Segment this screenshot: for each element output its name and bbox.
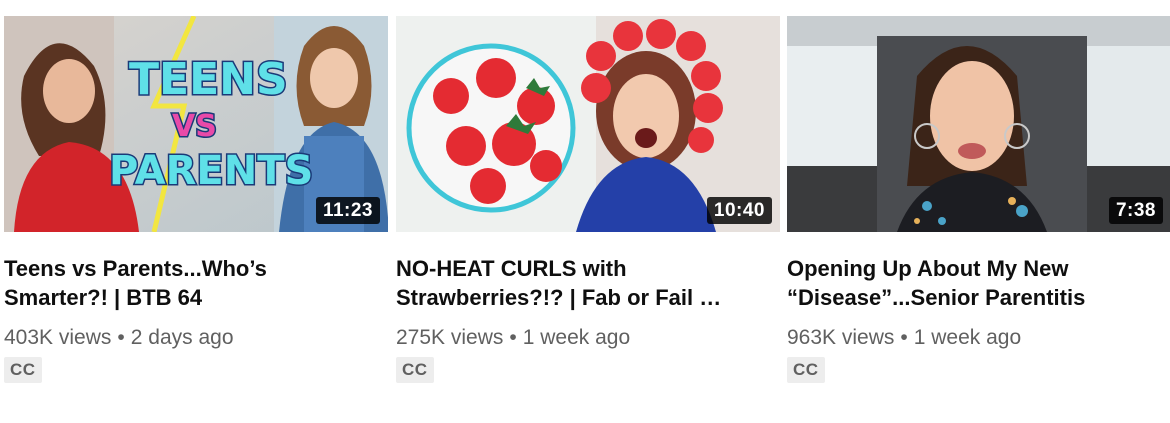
video-card-1[interactable]: TEENS VS PARENTS 11:23 Teens vs Parents.… <box>4 16 388 383</box>
duration-badge: 10:40 <box>706 197 772 224</box>
upload-age: 1 week ago <box>522 326 631 349</box>
view-count: 403K views <box>4 326 112 349</box>
duration-badge: 11:23 <box>315 197 380 224</box>
meta-separator: • <box>117 326 125 349</box>
video-metadata: 403K views • 2 days ago <box>4 325 388 351</box>
video-card-2[interactable]: 10:40 NO-HEAT CURLS with Strawberries?!?… <box>396 16 780 383</box>
video-metadata: 275K views • 1 week ago <box>396 325 780 351</box>
video-title[interactable]: Teens vs Parents...Who’s Smarter?! | BTB… <box>4 254 374 312</box>
view-count: 963K views <box>787 326 895 349</box>
meta-separator: • <box>509 326 517 349</box>
video-metadata: 963K views • 1 week ago <box>787 325 1170 351</box>
video-grid-row: TEENS VS PARENTS 11:23 Teens vs Parents.… <box>0 0 1170 423</box>
cc-badge: CC <box>4 357 42 383</box>
view-count: 275K views <box>396 326 504 349</box>
thumb-text-teens: TEENS <box>129 54 288 105</box>
cc-badge: CC <box>787 357 825 383</box>
meta-separator: • <box>900 326 908 349</box>
cc-badge: CC <box>396 357 434 383</box>
upload-age: 1 week ago <box>913 326 1022 349</box>
thumb-text-vs: VS <box>172 109 217 144</box>
video-title[interactable]: Opening Up About My New “Disease”...Seni… <box>787 254 1157 312</box>
video-thumbnail-1[interactable]: TEENS VS PARENTS 11:23 <box>4 16 388 232</box>
video-title[interactable]: NO-HEAT CURLS with Strawberries?!? | Fab… <box>396 254 766 312</box>
video-thumbnail-3[interactable]: 7:38 <box>787 16 1170 232</box>
duration-badge: 7:38 <box>1108 197 1163 224</box>
thumb-text-parents: PARENTS <box>109 148 313 194</box>
video-card-3[interactable]: 7:38 Opening Up About My New “Disease”..… <box>787 16 1170 383</box>
video-thumbnail-2[interactable]: 10:40 <box>396 16 780 232</box>
upload-age: 2 days ago <box>130 326 234 349</box>
